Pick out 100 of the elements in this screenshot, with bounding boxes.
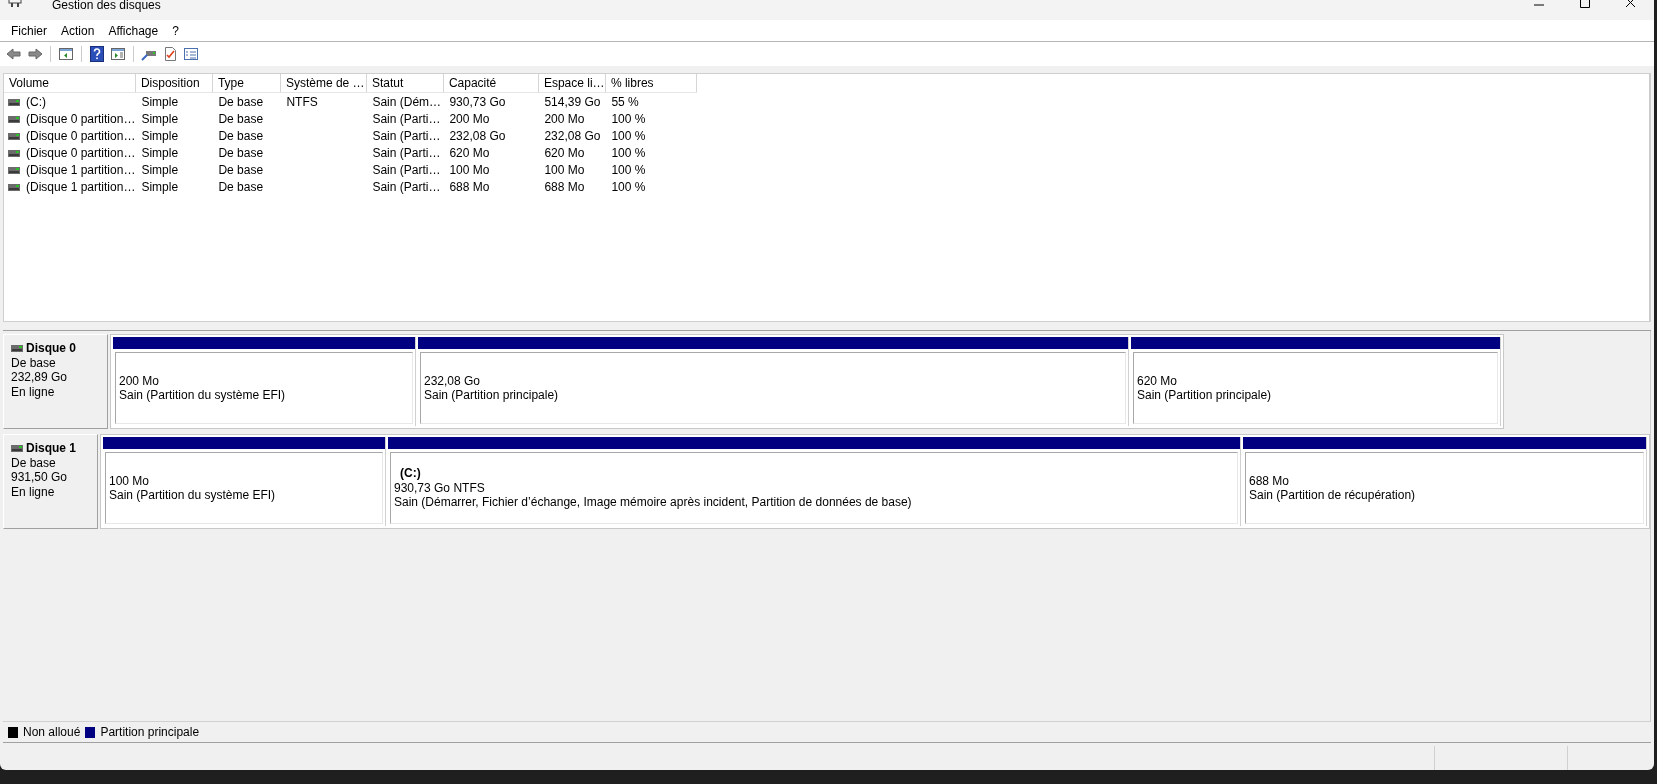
partition-size: 688 Mo (1249, 473, 1291, 488)
partition-status: Sain (Partition du système EFI) (109, 488, 277, 503)
table-cell-text: 232,08 Go (448, 127, 507, 144)
properties-icon[interactable] (183, 46, 199, 62)
table-cell-text: Sain (Parti… (371, 110, 442, 127)
column-header[interactable]: Statut (366, 74, 444, 93)
disk-type: De base (11, 455, 57, 470)
volume-label: (C:) (399, 466, 422, 481)
table-cell-text: De base (217, 178, 265, 195)
partition-box[interactable]: 620 Mo Sain (Partition principale) (1133, 352, 1498, 424)
column-header[interactable]: Type (212, 74, 281, 93)
table-cell-text: 100 % (610, 127, 647, 144)
legend-label: Partition principale (100, 725, 200, 739)
disk-size: 931,50 Go (11, 470, 69, 485)
table-cell: (Disque 0 partition… (26, 128, 136, 143)
column-header[interactable]: Volume (4, 74, 136, 93)
partition-box[interactable]: (C:) 930,73 Go NTFS Sain (Démarrer, Fichier d’échange, Image mémoire après incident, Partition de données de base) (390, 452, 1238, 524)
partition-box[interactable]: 200 Mo Sain (Partition du système EFI) (115, 352, 413, 424)
partition-size: 100 Mo (109, 473, 151, 488)
table-cell-text: Simple (140, 127, 180, 144)
disk-size: 232,89 Go (11, 370, 69, 385)
table-cell-text: 200 Mo (543, 110, 586, 127)
menu-item[interactable]: Fichier (4, 23, 54, 38)
column-header[interactable]: Espace li… (538, 74, 606, 93)
table-cell-text: De base (217, 127, 265, 144)
partition-status: Sain (Démarrer, Fichier d’échange, Image mémoire après incident, Partition de données de base) (394, 495, 913, 510)
table-cell: (Disque 0 partition… (26, 145, 136, 160)
drive-icon (8, 132, 20, 140)
table-cell-text: 232,08 Go (543, 127, 602, 144)
table-cell: De base (212, 92, 281, 110)
table-cell-text: 100 Mo (448, 161, 491, 178)
partition-status: Sain (Partition du système EFI) (119, 388, 287, 403)
table-cell: Sain (Dém… (366, 92, 444, 110)
table-cell: Simple (135, 92, 213, 110)
disk-name: Disque 1 (26, 441, 76, 456)
table-cell-text: De base (217, 144, 265, 161)
table-cell-text: Simple (140, 110, 180, 127)
table-cell: 514,39 Go (538, 92, 606, 110)
table-cell-text: De base (217, 161, 265, 178)
table-cell-text: 688 Mo (543, 178, 586, 195)
column-header[interactable]: Disposition (135, 74, 213, 93)
table-cell-text: 100 % (610, 110, 647, 127)
table-cell: (C:) (26, 94, 46, 109)
table-cell-text: 100 % (610, 178, 647, 195)
table-cell-text: 100 Mo (543, 161, 586, 178)
menu-item[interactable]: Action (54, 23, 102, 38)
table-cell: (Disque 0 partition… (26, 111, 136, 126)
partition-box[interactable]: 232,08 Go Sain (Partition principale) (420, 352, 1126, 424)
table-cell-text: De base (217, 110, 265, 127)
checklist-icon[interactable] (162, 46, 178, 62)
legend-label: Non alloué (23, 725, 81, 739)
back-arrow-icon[interactable] (6, 46, 22, 62)
partition-status: Sain (Partition principale) (1137, 388, 1273, 403)
table-cell-text: Simple (140, 144, 180, 161)
partition-status: Sain (Partition de récupération) (1249, 488, 1417, 503)
column-header[interactable]: % libres (605, 74, 697, 93)
forward-arrow-icon[interactable] (27, 46, 43, 62)
table-cell-text: 620 Mo (448, 144, 491, 161)
partition-size: 930,73 Go NTFS (394, 480, 486, 496)
drive-icon (8, 115, 20, 123)
window-title: Gestion des disques (52, 0, 161, 12)
drive-icon (8, 98, 20, 106)
app-icon (8, 0, 22, 7)
disk-status: En ligne (11, 484, 56, 499)
table-cell-text: Sain (Parti… (371, 161, 442, 178)
table-cell-text: Simple (140, 178, 180, 195)
table-cell-text: 688 Mo (448, 178, 491, 195)
panel-icon[interactable] (110, 46, 126, 62)
partition-box[interactable]: 100 Mo Sain (Partition du système EFI) (105, 452, 383, 524)
disk-type: De base (11, 355, 57, 370)
drive-icon (8, 183, 20, 191)
table-cell: 55 % (605, 92, 697, 110)
table-cell-text: Sain (Parti… (371, 127, 442, 144)
partition-size: 200 Mo (119, 373, 161, 388)
drive-icon (11, 444, 23, 452)
disk-status: En ligne (11, 384, 56, 399)
column-header[interactable]: Capacité (443, 74, 539, 93)
partition-box[interactable]: 688 Mo Sain (Partition de récupération) (1245, 452, 1644, 524)
table-cell: (Disque 1 partition… (26, 162, 136, 177)
help-icon[interactable] (89, 46, 105, 62)
menu-item[interactable]: Affichage (101, 23, 166, 38)
column-header[interactable]: Système de … (280, 74, 367, 93)
table-cell-text: 200 Mo (448, 110, 491, 127)
drive-icon (8, 166, 20, 174)
table-cell-text: Simple (140, 161, 180, 178)
panel-icon[interactable] (58, 46, 74, 62)
table-cell-text: 100 % (610, 161, 647, 178)
table-cell: 930,73 Go (443, 92, 539, 110)
partition-status: Sain (Partition principale) (424, 388, 560, 403)
table-cell-text: 620 Mo (543, 144, 586, 161)
table-cell-text: Sain (Parti… (371, 144, 442, 161)
table-cell: NTFS (280, 92, 367, 110)
disk-name: Disque 0 (26, 341, 76, 356)
drive-icon (11, 344, 23, 352)
menu-item[interactable]: ? (165, 23, 186, 38)
partition-size: 620 Mo (1137, 373, 1179, 388)
drive-icon (8, 149, 20, 157)
partition-size: 232,08 Go (424, 373, 482, 388)
table-cell-text: Sain (Parti… (371, 178, 442, 195)
table-cell-text: 100 % (610, 144, 647, 161)
